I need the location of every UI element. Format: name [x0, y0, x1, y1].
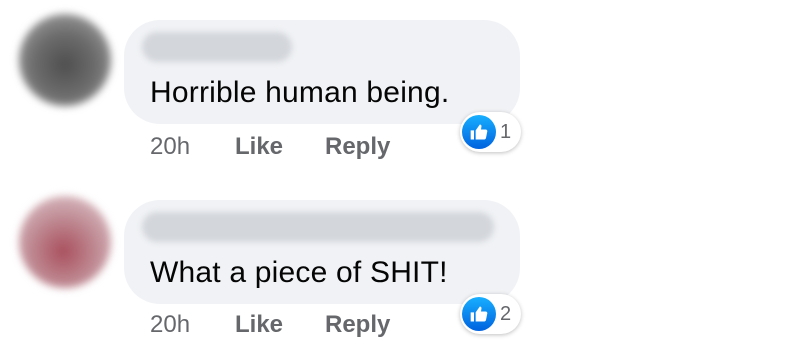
like-button[interactable]: Like [235, 311, 325, 339]
avatar[interactable] [19, 14, 111, 106]
comment: What a piece of SHIT! 20h Like Reply 2 [0, 178, 800, 354]
comment-timestamp[interactable]: 20h [150, 311, 235, 339]
comment-actions: 20h Like Reply [150, 130, 390, 164]
comment: Horrible human being. 20h Like Reply 1 [0, 0, 800, 176]
comment-text: What a piece of SHIT! [150, 256, 448, 289]
comment-text: Horrible human being. [150, 76, 450, 109]
reaction-summary[interactable]: 2 [460, 294, 522, 334]
avatar[interactable] [19, 196, 111, 288]
comment-actions: 20h Like Reply [150, 308, 390, 342]
comment-bubble: What a piece of SHIT! [124, 200, 520, 304]
reply-button[interactable]: Reply [325, 311, 390, 339]
reaction-count: 1 [500, 120, 512, 143]
author-name-redacted[interactable] [142, 212, 494, 242]
author-name-redacted[interactable] [142, 32, 292, 62]
comment-timestamp[interactable]: 20h [150, 133, 235, 161]
like-button[interactable]: Like [235, 133, 325, 161]
comment-bubble: Horrible human being. [124, 20, 520, 124]
reaction-summary[interactable]: 1 [460, 112, 522, 152]
reply-button[interactable]: Reply [325, 133, 390, 161]
reaction-count: 2 [500, 302, 512, 325]
thumbs-up-icon [462, 297, 496, 331]
thumbs-up-icon [462, 115, 496, 149]
